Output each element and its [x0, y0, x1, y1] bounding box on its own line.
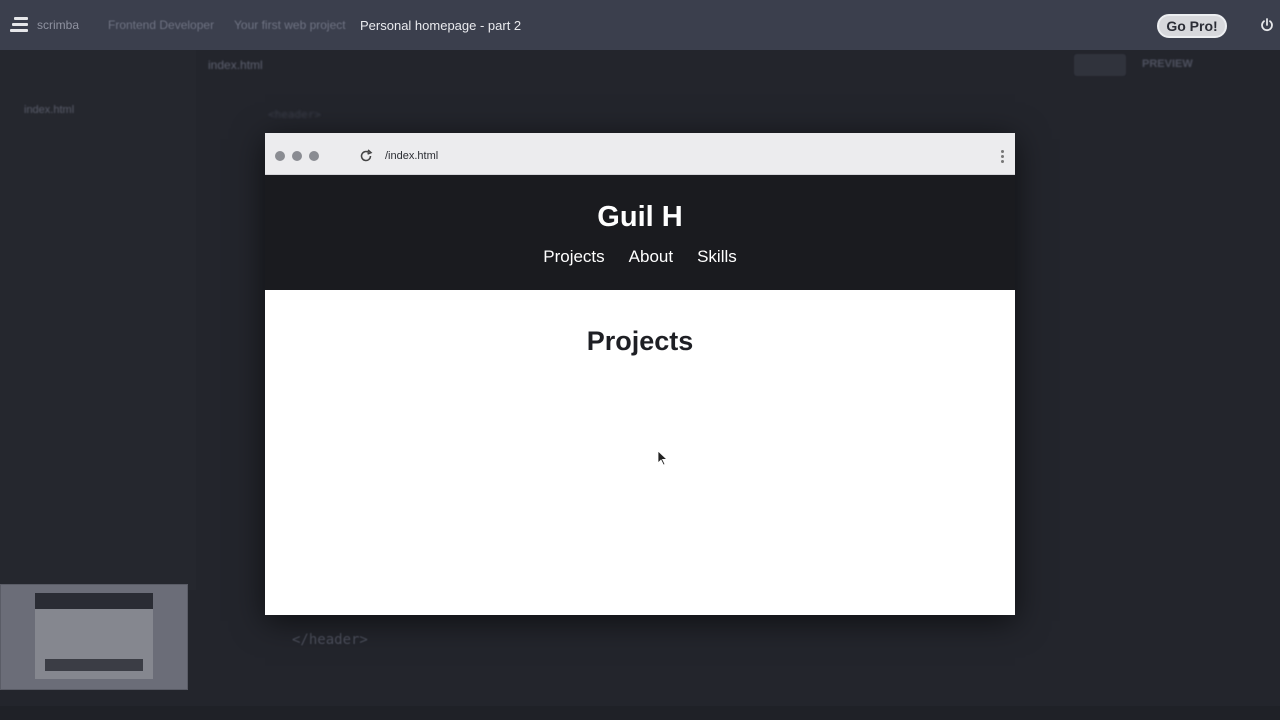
- webcam-thumbnail: [0, 584, 188, 690]
- code-line-faint: <header>: [268, 108, 321, 121]
- window-dot-icon[interactable]: [309, 151, 319, 161]
- brand-name[interactable]: scrimba: [37, 18, 79, 32]
- preview-tab[interactable]: PREVIEW: [1142, 58, 1193, 70]
- nav-link-about[interactable]: About: [629, 247, 673, 267]
- mouse-cursor-icon: [657, 450, 669, 466]
- browser-toolbar: /index.html: [265, 133, 1015, 175]
- nav-link-projects[interactable]: Projects: [543, 247, 604, 267]
- window-dot-icon[interactable]: [275, 151, 285, 161]
- projects-heading: Projects: [586, 326, 694, 356]
- sidebar-file-item[interactable]: index.html: [24, 104, 74, 116]
- reload-icon[interactable]: [359, 149, 373, 163]
- top-bar: scrimba Frontend Developer Your first we…: [0, 0, 1280, 50]
- code-line: </header>: [292, 632, 368, 648]
- go-pro-button[interactable]: Go Pro!: [1157, 14, 1227, 38]
- browser-preview-window: /index.html Guil H Projects About Skills…: [265, 133, 1015, 615]
- site-title: Guil H: [597, 201, 683, 233]
- breadcrumb-module[interactable]: Your first web project: [234, 18, 346, 32]
- power-icon[interactable]: [1260, 18, 1274, 32]
- breadcrumb-current-lesson: Personal homepage - part 2: [360, 18, 522, 33]
- kebab-menu-icon[interactable]: [1001, 150, 1005, 164]
- site-nav: Projects About Skills: [265, 247, 1015, 267]
- site-header: Guil H Projects About Skills: [265, 175, 1015, 290]
- scrimba-logo-icon[interactable]: [10, 17, 28, 33]
- address-bar[interactable]: /index.html: [385, 150, 438, 162]
- file-sidebar: [0, 50, 196, 590]
- run-button[interactable]: [1074, 54, 1126, 76]
- nav-link-skills[interactable]: Skills: [697, 247, 737, 267]
- editor-file-tab[interactable]: index.html: [208, 58, 263, 72]
- bottom-bar: [0, 706, 1280, 720]
- window-dot-icon[interactable]: [292, 151, 302, 161]
- breadcrumb-course[interactable]: Frontend Developer: [108, 18, 214, 32]
